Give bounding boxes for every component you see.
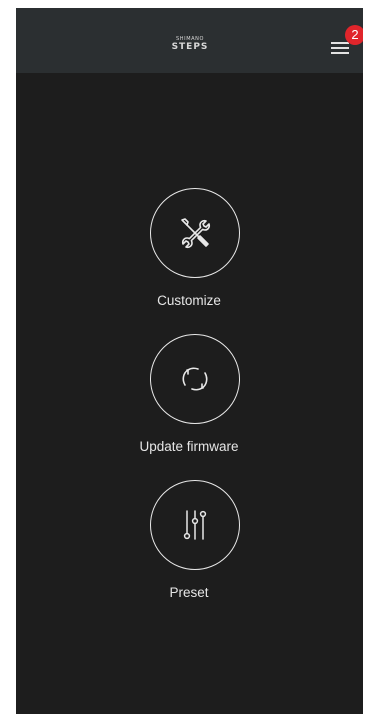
- preset-label: Preset: [169, 585, 209, 600]
- app-bar: SHIMANO STEPS 2: [16, 8, 363, 73]
- logo-product-text: STEPS: [171, 42, 209, 52]
- customize-label: Customize: [157, 293, 221, 308]
- customize-button[interactable]: Customize: [114, 188, 264, 318]
- update-firmware-button[interactable]: Update firmware: [114, 334, 264, 464]
- menu-icon-line: [331, 52, 349, 54]
- preset-button[interactable]: Preset: [114, 480, 264, 610]
- update-firmware-circle[interactable]: [150, 334, 240, 424]
- update-firmware-label: Update firmware: [139, 439, 239, 454]
- preset-circle[interactable]: [150, 480, 240, 570]
- app-screen: SHIMANO STEPS 2 Customize Update firmwar…: [16, 8, 363, 714]
- shimano-steps-logo: SHIMANO STEPS: [166, 36, 214, 56]
- wrench-screwdriver-icon: [181, 218, 211, 249]
- sliders-icon: [183, 510, 207, 540]
- menu-icon-line: [331, 47, 349, 49]
- menu-icon-line: [331, 42, 349, 44]
- refresh-arrows-icon: [182, 367, 208, 391]
- customize-circle[interactable]: [150, 188, 240, 278]
- notification-badge[interactable]: 2: [345, 25, 363, 45]
